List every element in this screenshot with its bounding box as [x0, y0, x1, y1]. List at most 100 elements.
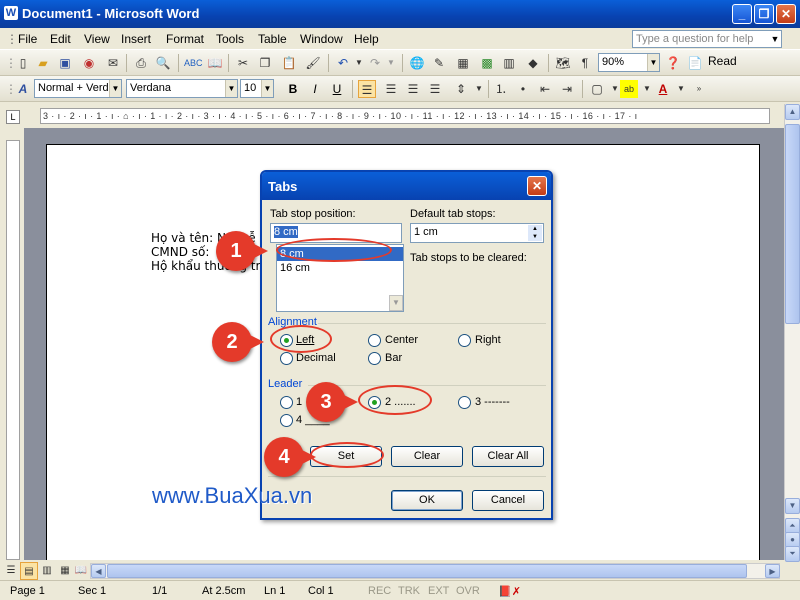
help-search-input[interactable]: Type a question for help ▼: [632, 30, 782, 48]
underline-button[interactable]: U: [328, 80, 346, 98]
print-preview-icon[interactable]: 🔍: [154, 54, 172, 72]
word-app-icon[interactable]: W: [4, 6, 18, 20]
minimize-button[interactable]: _: [732, 4, 752, 24]
alignment-bar-label[interactable]: Bar: [385, 352, 402, 364]
status-trk[interactable]: TRK: [398, 585, 420, 597]
font-color-icon[interactable]: A: [654, 80, 672, 98]
menu-table[interactable]: Table: [258, 32, 287, 46]
menu-format[interactable]: Format: [166, 32, 204, 46]
menu-help[interactable]: Help: [354, 32, 379, 46]
zoom-select[interactable]: 90% ▼: [598, 53, 660, 72]
open-folder-icon[interactable]: ▰: [34, 54, 52, 72]
alignment-decimal-label[interactable]: Decimal: [296, 352, 336, 364]
normal-view-icon[interactable]: ☰: [2, 562, 20, 580]
leader-3-radio[interactable]: [458, 396, 471, 409]
research-icon[interactable]: 📖: [206, 54, 224, 72]
format-painter-icon[interactable]: 🖌: [304, 54, 322, 72]
increase-indent-icon[interactable]: ⇥: [558, 80, 576, 98]
numbering-icon[interactable]: ⒈: [492, 80, 510, 98]
scroll-up-icon[interactable]: ▲: [785, 104, 800, 120]
font-size-select[interactable]: 10 ▼: [240, 79, 274, 98]
restore-button[interactable]: ❐: [754, 4, 774, 24]
close-button[interactable]: ✕: [776, 4, 796, 24]
align-left-icon[interactable]: ☰: [358, 80, 376, 98]
vertical-scrollbar[interactable]: ▲ ▼ ⏶ ● ⏷: [784, 104, 800, 562]
dialog-close-icon[interactable]: ✕: [527, 176, 547, 196]
leader-1-radio[interactable]: [280, 396, 293, 409]
default-tab-stops-input[interactable]: 1 cm ▲ ▼: [410, 223, 544, 243]
spelling-status-icon[interactable]: 📕✗: [498, 585, 521, 598]
chevron-down-icon[interactable]: ▼: [769, 31, 781, 47]
horizontal-scrollbar[interactable]: ◀ ▶: [90, 563, 780, 579]
document-line[interactable]: CMND số:: [151, 245, 209, 259]
spin-up-icon[interactable]: ▲: [528, 225, 542, 233]
menu-edit[interactable]: Edit: [50, 32, 71, 46]
chevron-down-icon[interactable]: ▼: [225, 80, 237, 97]
insert-table-icon[interactable]: ▦: [454, 54, 472, 72]
status-ext[interactable]: EXT: [428, 585, 449, 597]
alignment-right-radio[interactable]: [458, 334, 471, 347]
style-select[interactable]: Normal + Verda ▼: [34, 79, 122, 98]
borders-icon[interactable]: ▢: [588, 80, 606, 98]
horizontal-scroll-thumb[interactable]: [107, 564, 747, 578]
chevron-down-icon[interactable]: ▼: [647, 54, 659, 71]
highlight-icon[interactable]: ab: [620, 80, 638, 98]
leader-3-label[interactable]: 3 -------: [475, 396, 510, 408]
decrease-indent-icon[interactable]: ⇤: [536, 80, 554, 98]
insert-excel-icon[interactable]: ▩: [478, 54, 496, 72]
chevron-down-icon[interactable]: ▼: [672, 80, 690, 98]
clear-all-button[interactable]: Clear All: [472, 446, 544, 467]
ok-button[interactable]: OK: [391, 490, 463, 511]
line-spacing-icon[interactable]: ⇕: [452, 80, 470, 98]
tables-borders-icon[interactable]: ✎: [430, 54, 448, 72]
status-rec[interactable]: REC: [368, 585, 391, 597]
bold-button[interactable]: B: [284, 80, 302, 98]
clear-button[interactable]: Clear: [391, 446, 463, 467]
chevron-down-icon[interactable]: ▼: [109, 80, 121, 97]
leader-1-label[interactable]: 1: [296, 396, 302, 408]
menu-view[interactable]: View: [84, 32, 110, 46]
align-center-icon[interactable]: ☰: [382, 80, 400, 98]
paste-icon[interactable]: 📋: [280, 54, 298, 72]
document-map-icon[interactable]: 🗺: [554, 54, 572, 72]
chevron-down-icon[interactable]: ▼: [261, 80, 273, 97]
menu-tools[interactable]: Tools: [216, 32, 244, 46]
scroll-down-icon[interactable]: ▼: [785, 498, 800, 514]
chevron-down-icon[interactable]: ▼: [470, 80, 488, 98]
ruler-scale[interactable]: 3 · ı · 2 · ı · 1 · ı · ⌂ · ı · 1 · ı · …: [40, 108, 770, 124]
read-icon[interactable]: 📄: [686, 54, 704, 72]
scroll-thumb[interactable]: [785, 124, 800, 324]
spin-down-icon[interactable]: ▼: [528, 233, 542, 241]
copy-icon[interactable]: ❐: [256, 54, 274, 72]
spelling-icon[interactable]: ABC: [184, 54, 203, 72]
align-right-icon[interactable]: ☰: [404, 80, 422, 98]
save-icon[interactable]: ▣: [56, 54, 74, 72]
help-icon[interactable]: ❓: [664, 54, 682, 72]
columns-icon[interactable]: ▥: [500, 54, 518, 72]
show-hide-icon[interactable]: ¶: [576, 54, 594, 72]
redo-dropdown-icon[interactable]: ▼: [382, 54, 400, 72]
drawing-icon[interactable]: ◆: [524, 54, 542, 72]
email-icon[interactable]: ✉: [104, 54, 122, 72]
tab-selector-icon[interactable]: L: [6, 110, 20, 124]
alignment-bar-radio[interactable]: [368, 352, 381, 365]
justify-icon[interactable]: ☰: [426, 80, 444, 98]
read-button[interactable]: Read: [708, 54, 737, 68]
reading-layout-view-icon[interactable]: 📖: [72, 562, 90, 580]
alignment-center-label[interactable]: Center: [385, 334, 418, 346]
scroll-right-icon[interactable]: ▶: [765, 564, 780, 578]
cut-icon[interactable]: ✂: [234, 54, 252, 72]
status-ovr[interactable]: OVR: [456, 585, 480, 597]
hyperlink-icon[interactable]: 🌐: [408, 54, 426, 72]
scroll-left-icon[interactable]: ◀: [91, 564, 106, 578]
alignment-right-label[interactable]: Right: [475, 334, 501, 346]
styles-formatting-icon[interactable]: A: [14, 80, 32, 98]
print-icon[interactable]: ⎙: [132, 54, 150, 72]
next-page-icon[interactable]: ⏷: [785, 546, 800, 562]
toolbar-options-icon[interactable]: »: [690, 80, 708, 98]
web-layout-view-icon[interactable]: ▥: [38, 562, 56, 580]
italic-button[interactable]: I: [306, 80, 324, 98]
menu-insert[interactable]: Insert: [121, 32, 151, 46]
bullets-icon[interactable]: •: [514, 80, 532, 98]
menu-window[interactable]: Window: [300, 32, 343, 46]
